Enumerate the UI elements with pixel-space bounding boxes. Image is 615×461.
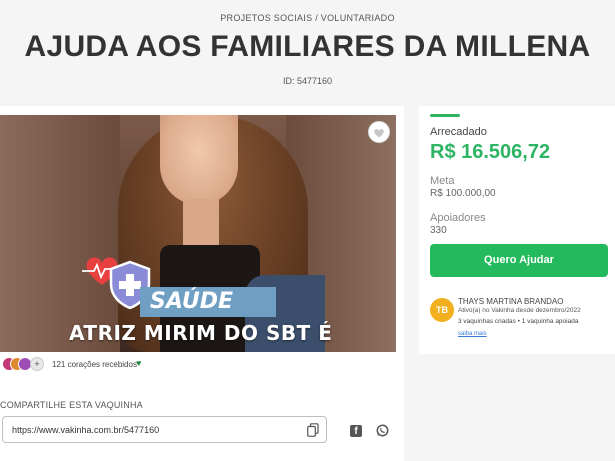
campaign-id: ID: 5477160: [282, 76, 333, 86]
copy-icon[interactable]: [307, 423, 319, 437]
accent-bar: [430, 114, 460, 117]
category-breadcrumb[interactable]: PROJETOS SOCIAIS / VOLUNTARIADO: [0, 13, 615, 23]
creator-since: Ativo(a) no Vakinha desde dezembro/2022: [458, 307, 581, 314]
hearts-count: 121 corações recebidos: [52, 360, 137, 369]
goal-amount: R$ 100.000,00: [430, 188, 496, 199]
creator-avatar[interactable]: TB: [430, 298, 454, 322]
creator-name[interactable]: THAYS MARTINA BRANDAO: [458, 297, 564, 306]
share-label: COMPARTILHE ESTA VAQUINHA: [0, 400, 143, 410]
campaign-header: PROJETOS SOCIAIS / VOLUNTARIADO AJUDA AO…: [0, 0, 615, 100]
page-title: AJUDA AOS FAMILIARES DA MILLENA: [24, 30, 591, 63]
share-url-field[interactable]: https://www.vakinha.com.br/5477160: [2, 416, 327, 443]
campaign-image: SAÚDE ATRIZ MIRIM DO SBT É: [0, 115, 396, 352]
hearts-received: + 121 corações recebidos ♥: [0, 357, 300, 375]
whatsapp-icon[interactable]: [376, 424, 389, 437]
image-caption: ATRIZ MIRIM DO SBT É: [69, 321, 333, 345]
portrait-neck: [183, 199, 219, 249]
raised-amount: R$ 16.506,72: [430, 141, 551, 163]
facebook-icon[interactable]: f: [350, 425, 362, 437]
creator-stats: 3 vaquinhas criadas • 1 vaquinha apoiada: [458, 318, 579, 325]
portrait-face: [160, 115, 238, 205]
supporters-label: Apoiadores: [430, 212, 486, 224]
raised-label: Arrecadado: [430, 126, 487, 138]
saude-label: SAÚDE: [150, 289, 234, 314]
more-supporters-badge[interactable]: +: [30, 357, 44, 371]
heart-icon: [374, 129, 384, 138]
creator-more-link[interactable]: saiba mais: [458, 331, 487, 337]
donate-button[interactable]: Quero Ajudar: [430, 244, 608, 277]
image-background: [0, 115, 120, 352]
supporters-count: 330: [430, 225, 447, 236]
share-url: https://www.vakinha.com.br/5477160: [12, 425, 160, 435]
goal-label: Meta: [430, 175, 455, 187]
green-heart-icon: ♥: [136, 358, 142, 368]
favorite-heart-button[interactable]: [368, 121, 390, 143]
